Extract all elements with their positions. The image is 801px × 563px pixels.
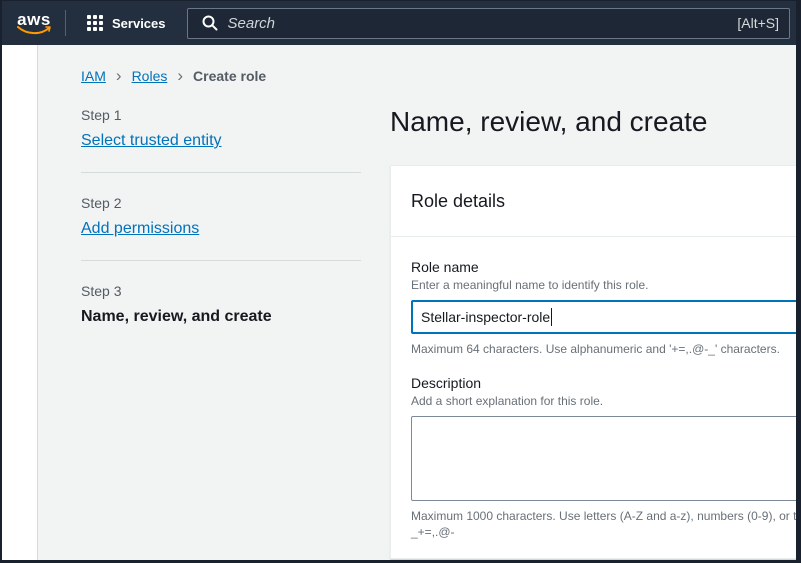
main-panel: Name, review, and create Role details Ro…: [390, 105, 796, 559]
services-grid-icon: [87, 15, 103, 31]
services-menu-button[interactable]: Services: [87, 15, 166, 31]
topbar-divider: [65, 10, 66, 36]
aws-smile-icon: [16, 26, 52, 35]
step-2-link-add-permissions[interactable]: Add permissions: [81, 218, 199, 240]
breadcrumb-link-iam[interactable]: IAM: [81, 68, 106, 84]
page-title: Name, review, and create: [390, 105, 796, 139]
steps-nav: Step 1 Select trusted entity Step 2 Add …: [81, 105, 361, 328]
content-row: IAM › Roles › Create role Step 1 Select …: [2, 45, 796, 560]
search-placeholder: Search: [228, 15, 738, 32]
description-hint: Add a short explanation for this role.: [411, 393, 796, 409]
step-2-label: Step 2: [81, 193, 361, 213]
breadcrumb: IAM › Roles › Create role: [81, 68, 796, 84]
step-1-item: Step 1 Select trusted entity: [81, 105, 361, 152]
columns: Step 1 Select trusted entity Step 2 Add …: [81, 105, 796, 559]
page-content: IAM › Roles › Create role Step 1 Select …: [38, 45, 796, 560]
step-divider: [81, 260, 361, 261]
role-details-card: Role details Role name Enter a meaningfu…: [390, 165, 796, 559]
step-divider: [81, 172, 361, 173]
step-1-label: Step 1: [81, 105, 361, 125]
services-label: Services: [112, 16, 166, 31]
aws-logo-text: aws: [17, 12, 51, 27]
card-body: Role name Enter a meaningful name to ide…: [391, 237, 796, 558]
description-constraint: Maximum 1000 characters. Use letters (A-…: [411, 508, 796, 540]
search-shortcut-hint: [Alt+S]: [737, 15, 779, 31]
window-frame: aws Services Search [Alt+S]: [0, 0, 801, 563]
left-gutter: [2, 45, 38, 560]
card-title: Role details: [411, 188, 796, 214]
search-bar[interactable]: Search [Alt+S]: [187, 8, 791, 39]
card-header: Role details: [391, 166, 796, 237]
search-icon: [202, 15, 218, 31]
aws-home-button[interactable]: aws: [16, 12, 52, 35]
breadcrumb-current-page: Create role: [193, 68, 266, 84]
topbar: aws Services Search [Alt+S]: [2, 1, 796, 45]
text-cursor: [551, 308, 552, 326]
step-3-label: Step 3: [81, 281, 361, 301]
role-name-hint: Enter a meaningful name to identify this…: [411, 277, 796, 293]
role-name-input[interactable]: Stellar-inspector-role: [411, 300, 796, 334]
breadcrumb-separator-icon: ›: [116, 69, 122, 83]
step-3-current-title: Name, review, and create: [81, 306, 272, 328]
role-name-label: Role name: [411, 258, 796, 277]
step-1-link-select-trusted-entity[interactable]: Select trusted entity: [81, 130, 222, 152]
description-label: Description: [411, 374, 796, 393]
role-name-value: Stellar-inspector-role: [421, 309, 550, 325]
step-2-item: Step 2 Add permissions: [81, 193, 361, 240]
description-field-group: Description Add a short explanation for …: [411, 374, 796, 540]
description-textarea[interactable]: [411, 416, 796, 501]
breadcrumb-link-roles[interactable]: Roles: [132, 68, 168, 84]
role-name-constraint: Maximum 64 characters. Use alphanumeric …: [411, 341, 796, 357]
aws-console-window: aws Services Search [Alt+S]: [2, 1, 796, 560]
role-name-field-group: Role name Enter a meaningful name to ide…: [411, 258, 796, 357]
step-3-item-current: Step 3 Name, review, and create: [81, 281, 361, 328]
breadcrumb-separator-icon: ›: [177, 69, 183, 83]
